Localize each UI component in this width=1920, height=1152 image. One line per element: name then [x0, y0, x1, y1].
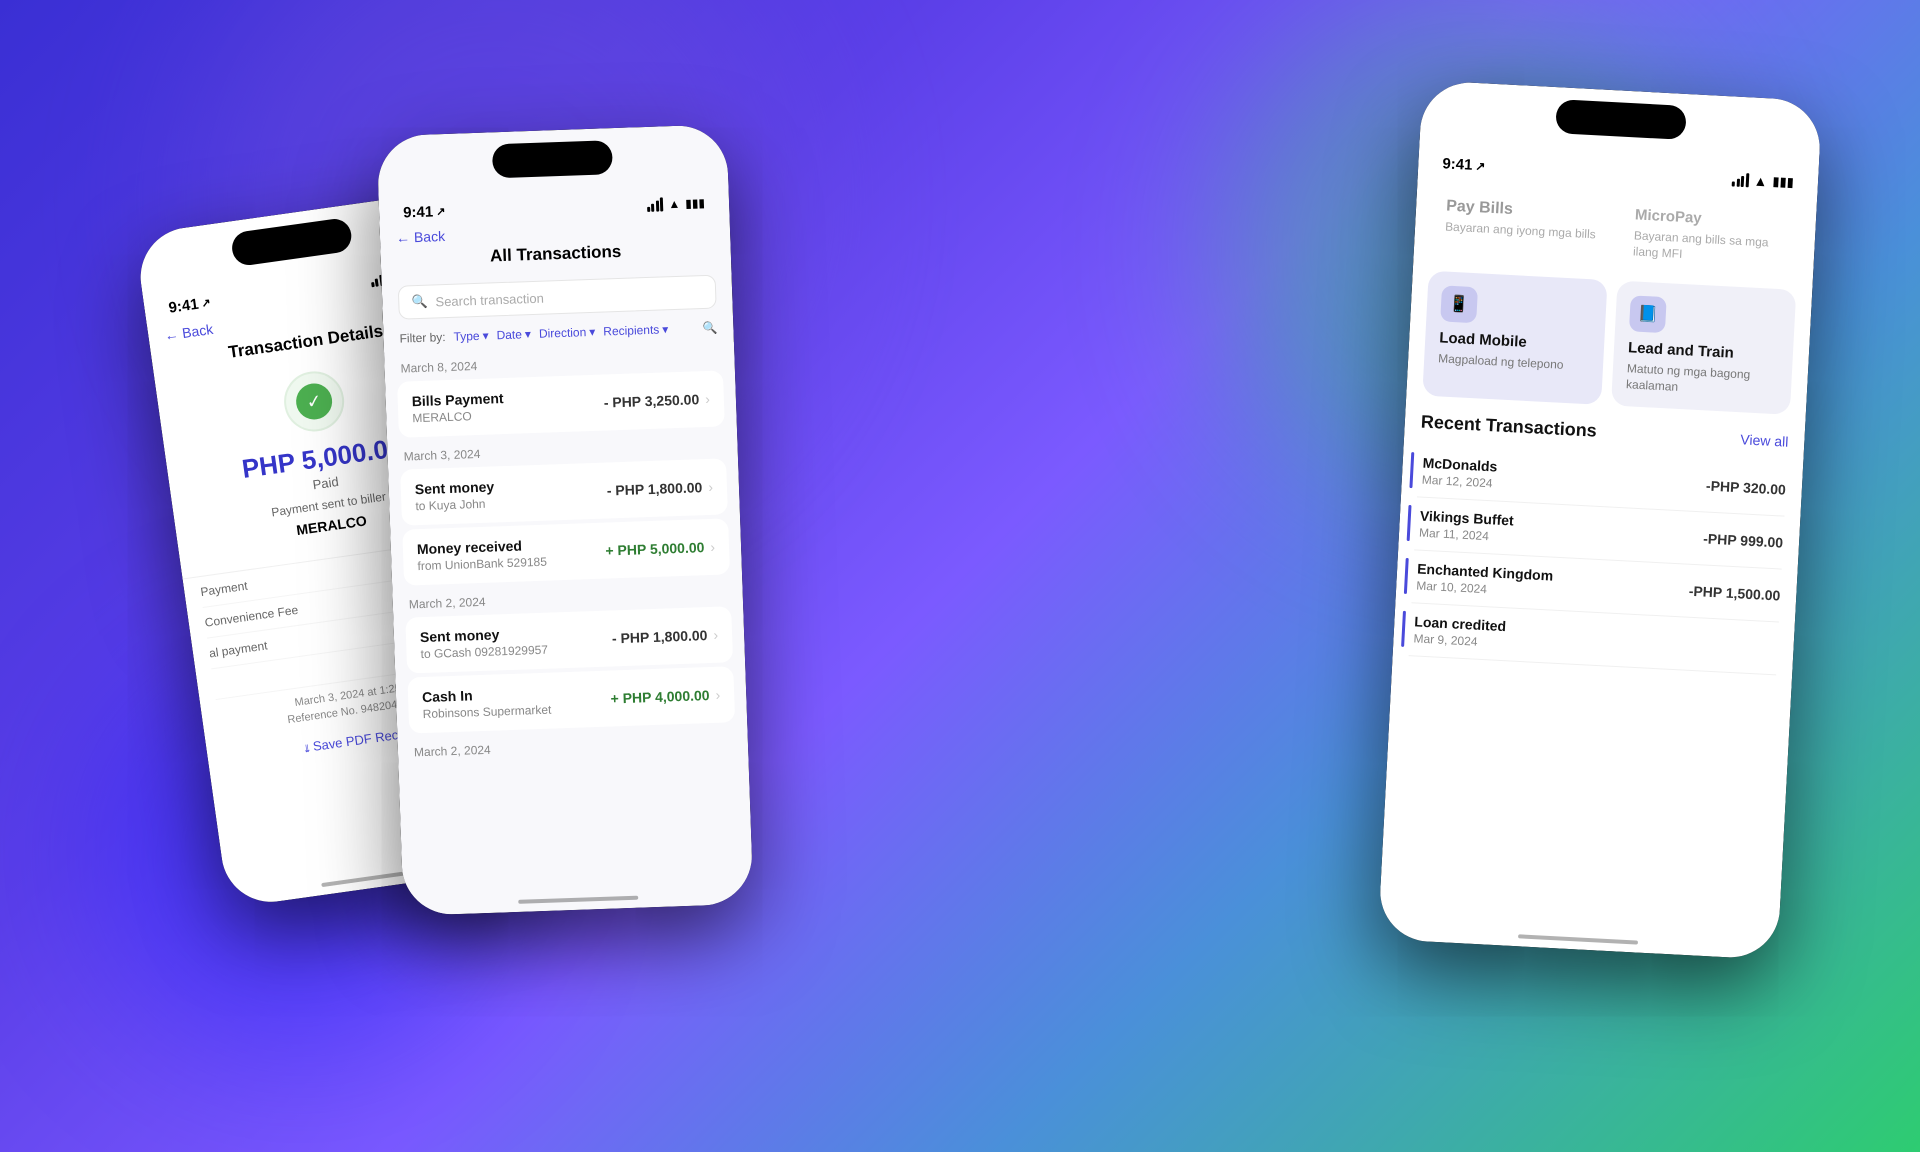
detail-label-payment: Payment: [200, 578, 249, 598]
recent-amount-vikings: -PHP 999.00: [1703, 531, 1784, 551]
services-bottom-grid: 📱 Load Mobile Magpaload ng telepono 📘 Le…: [1405, 262, 1812, 432]
txn-right-received: + PHP 5,000.00 ›: [605, 539, 715, 559]
chevron-icon-direction2: ▾: [589, 325, 596, 339]
txn-right-bills: - PHP 3,250.00 ›: [603, 391, 710, 411]
home-indicator-right: [1518, 934, 1638, 944]
service-card-leadtrain[interactable]: 📘 Lead and Train Matuto ng mga bagong ka…: [1611, 281, 1796, 415]
leadtrain-title: Lead and Train: [1628, 339, 1780, 365]
filter-type[interactable]: Type ▾: [453, 329, 489, 344]
recent-info-loan: Loan credited Mar 9, 2024: [1409, 614, 1506, 651]
phone-right-screen: 9:41 ↗ ▲ ▮▮▮ Pay Bi: [1378, 80, 1822, 960]
txn-info-bills: Bills Payment MERALCO: [411, 387, 604, 426]
recent-amount-enchanted: -PHP 1,500.00: [1688, 583, 1780, 604]
battery-icon-right: ▮▮▮: [1772, 173, 1794, 190]
status-icons-right: ▲ ▮▮▮: [1732, 171, 1795, 190]
signal-bars-center: [647, 197, 664, 212]
chevron-icon-date: ▾: [525, 327, 532, 341]
service-card-paybills[interactable]: Pay Bills Bayaran ang iyong mga bills: [1429, 182, 1612, 272]
leadtrain-icon: 📘: [1629, 295, 1667, 333]
chevron-icon-bills: ›: [705, 391, 710, 407]
loadmobile-title: Load Mobile: [1439, 330, 1591, 356]
chevron-icon-received: ›: [710, 539, 715, 555]
status-icons-center: ▲ ▮▮▮: [647, 195, 706, 211]
service-card-loadmobile[interactable]: 📱 Load Mobile Magpaload ng telepono: [1422, 271, 1607, 405]
time-center: 9:41 ↗: [403, 203, 446, 221]
transaction-item-sent1[interactable]: Sent money to Kuya John - PHP 1,800.00 ›: [400, 458, 728, 525]
signal-bars-right: [1732, 172, 1749, 187]
recent-info-mcdonalds: McDonalds Mar 12, 2024: [1417, 455, 1497, 491]
chevron-icon-sent2: ›: [713, 627, 718, 643]
recent-info-enchanted: Enchanted Kingdom Mar 10, 2024: [1412, 561, 1554, 600]
txn-info-cashin: Cash In Robinsons Supermarket: [422, 683, 611, 722]
location-icon-left: ↗: [201, 296, 212, 310]
recent-date-vikings: Mar 11, 2024: [1419, 526, 1513, 545]
paybills-sub: Bayaran ang iyong mga bills: [1445, 220, 1597, 243]
chevron-icon-cashin: ›: [715, 687, 720, 703]
recent-date-loan: Mar 9, 2024: [1413, 632, 1505, 651]
battery-icon-center: ▮▮▮: [685, 195, 705, 210]
txn-info-sent1: Sent money to Kuya John: [415, 475, 608, 514]
recent-name-loan: Loan credited: [1414, 614, 1507, 635]
phone-right: 9:41 ↗ ▲ ▮▮▮ Pay Bi: [1378, 80, 1822, 960]
time-left: 9:41 ↗: [168, 294, 212, 317]
phone-center: 9:41 ↗ ▲ ▮▮▮ ← Back: [376, 124, 753, 916]
txn-amount-cashin: + PHP 4,000.00: [610, 687, 709, 706]
txn-right-sent2: - PHP 1,800.00 ›: [612, 627, 719, 647]
time-right: 9:41 ↗: [1442, 155, 1486, 174]
transaction-item-bills[interactable]: Bills Payment MERALCO - PHP 3,250.00 ›: [397, 370, 725, 437]
wifi-icon-center: ▲: [668, 196, 680, 210]
filter-direction[interactable]: Direction ▾: [539, 325, 596, 341]
detail-label-fee: Convenience Fee: [204, 603, 299, 630]
location-icon-right: ↗: [1475, 159, 1486, 174]
transactions-list: March 8, 2024 Bills Payment MERALCO - PH…: [384, 342, 753, 916]
recent-section: Recent Transactions View all McDonalds M…: [1393, 411, 1805, 677]
filter-search-icon[interactable]: 🔍: [702, 321, 717, 336]
filter-date[interactable]: Date ▾: [496, 327, 531, 342]
phone-center-screen: 9:41 ↗ ▲ ▮▮▮ ← Back: [376, 124, 753, 916]
chevron-icon-type: ▾: [482, 329, 489, 343]
txn-amount-sent1: - PHP 1,800.00: [607, 479, 703, 498]
micropay-sub: Bayaran ang bills sa mga ilang MFI: [1633, 228, 1785, 267]
filter-label: Filter by:: [399, 330, 445, 346]
txn-amount-received: + PHP 5,000.00: [605, 539, 704, 558]
micropay-title: MicroPay: [1635, 206, 1787, 232]
transaction-item-sent2[interactable]: Sent money to GCash 09281929957 - PHP 1,…: [405, 606, 733, 673]
txn-info-received: Money received from UnionBank 529185: [417, 535, 606, 574]
txn-right-cashin: + PHP 4,000.00 ›: [610, 687, 720, 707]
recent-name-mcdonalds: McDonalds: [1422, 455, 1497, 475]
recent-info-vikings: Vikings Buffet Mar 11, 2024: [1415, 508, 1514, 545]
txn-info-sent2: Sent money to GCash 09281929957: [420, 622, 613, 661]
transaction-item-cashin[interactable]: Cash In Robinsons Supermarket + PHP 4,00…: [407, 666, 735, 733]
txn-amount-bills: - PHP 3,250.00: [603, 391, 699, 410]
dynamic-island-right: [1555, 99, 1687, 140]
txn-right-sent1: - PHP 1,800.00 ›: [607, 479, 714, 499]
search-bar[interactable]: 🔍 Search transaction: [398, 275, 717, 320]
view-all-button[interactable]: View all: [1740, 431, 1789, 449]
service-card-micropay[interactable]: MicroPay Bayaran ang bills sa mga ilang …: [1618, 192, 1801, 282]
transaction-item-received[interactable]: Money received from UnionBank 529185 + P…: [402, 518, 730, 585]
paybills-title: Pay Bills: [1446, 197, 1598, 224]
phones-container: 9:41 ↗ ▲ ▮▮▮ ← Back: [0, 50, 1920, 1152]
location-icon-center: ↗: [436, 205, 446, 218]
filter-recipients[interactable]: Recipients ▾: [603, 322, 669, 338]
leadtrain-sub: Matuto ng mga bagong kaalaman: [1626, 361, 1778, 400]
loadmobile-sub: Magpaload ng telepono: [1438, 352, 1590, 375]
chevron-icon-sent1: ›: [708, 479, 713, 495]
search-icon-center: 🔍: [411, 294, 428, 311]
detail-label-total: al payment: [208, 638, 268, 660]
recent-amount-mcdonalds: -PHP 320.00: [1706, 478, 1787, 498]
recent-date-mcdonalds: Mar 12, 2024: [1421, 473, 1496, 491]
txn-amount-sent2: - PHP 1,800.00: [612, 627, 708, 646]
search-placeholder: Search transaction: [435, 290, 544, 309]
success-circle: ✓: [280, 368, 348, 436]
dynamic-island-center: [492, 140, 613, 178]
check-icon: ✓: [294, 381, 335, 422]
loadmobile-icon: 📱: [1440, 286, 1478, 324]
chevron-icon-recipients: ▾: [662, 322, 669, 336]
wifi-icon-right: ▲: [1753, 172, 1768, 189]
